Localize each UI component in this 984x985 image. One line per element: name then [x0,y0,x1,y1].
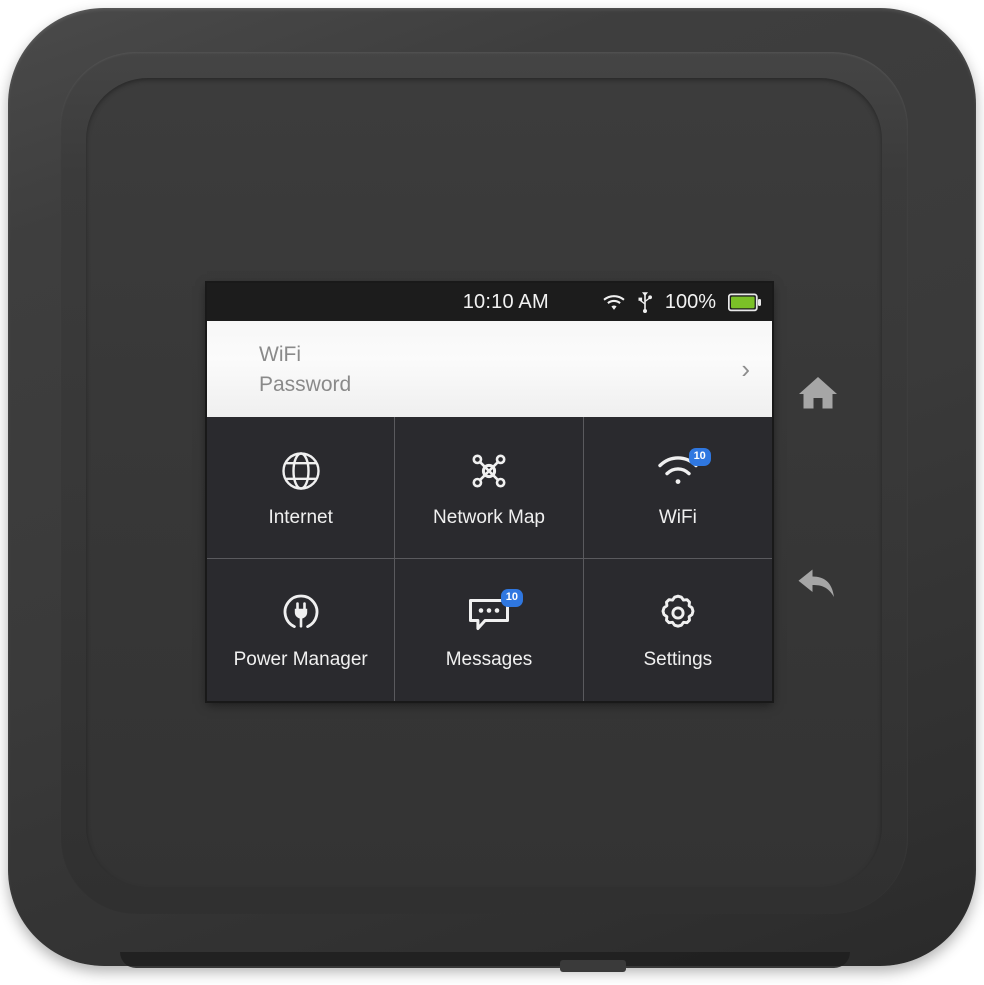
app-tile-label: Power Manager [233,649,368,670]
app-tile-label: Internet [268,506,333,528]
wifi-signal-icon: 10 [651,447,711,495]
home-icon [797,374,839,417]
device-touchscreen[interactable]: 10:10 AM 100% WiFi Password › Internet N… [207,283,772,701]
wifi-card-line-ssid: WiFi [259,342,301,366]
app-tile-settings[interactable]: Settings [583,559,772,701]
screenshot-stage: 10:10 AM 100% WiFi Password › Internet N… [0,0,984,985]
power-plug-icon [274,589,328,637]
wifi-card-line-password: Password [259,372,352,396]
device-bottom-port-notch [560,960,626,972]
app-tile-power-manager[interactable]: Power Manager [207,559,396,701]
chevron-right-icon[interactable]: › [741,356,750,382]
app-tile-label: WiFi [658,506,697,528]
globe-icon [274,447,328,495]
gear-icon [651,589,705,637]
back-button[interactable] [795,562,841,608]
status-bar-clock: 10:10 AM [462,290,549,313]
wifi-password-card-text: WiFi Password [259,342,351,397]
battery-percent-label: 100% [664,290,716,313]
wifi-icon [603,294,625,311]
back-arrow-icon [796,564,840,607]
battery-icon [728,293,762,312]
app-tile-wifi[interactable]: 10 WiFi [583,417,772,559]
app-tile-internet[interactable]: Internet [207,417,396,559]
home-button[interactable] [795,372,841,418]
app-tile-label: Settings [643,649,713,670]
status-bar: 10:10 AM 100% [207,283,772,321]
wifi-badge-count: 10 [688,447,711,466]
device-bottom-edge [120,952,850,968]
wifi-password-card[interactable]: WiFi Password › [207,321,772,417]
network-map-icon [462,447,516,495]
message-bubble-icon: 10 [462,589,523,637]
app-tile-label: Network Map [433,506,545,528]
app-tile-messages[interactable]: 10 Messages [395,559,584,701]
app-tile-label: Messages [445,649,533,670]
app-tile-network-map[interactable]: Network Map [395,417,584,559]
app-grid: Internet Network Map 10 WiFi Power Manag… [207,417,772,701]
usb-icon [637,291,653,313]
messages-badge-count: 10 [500,589,523,607]
